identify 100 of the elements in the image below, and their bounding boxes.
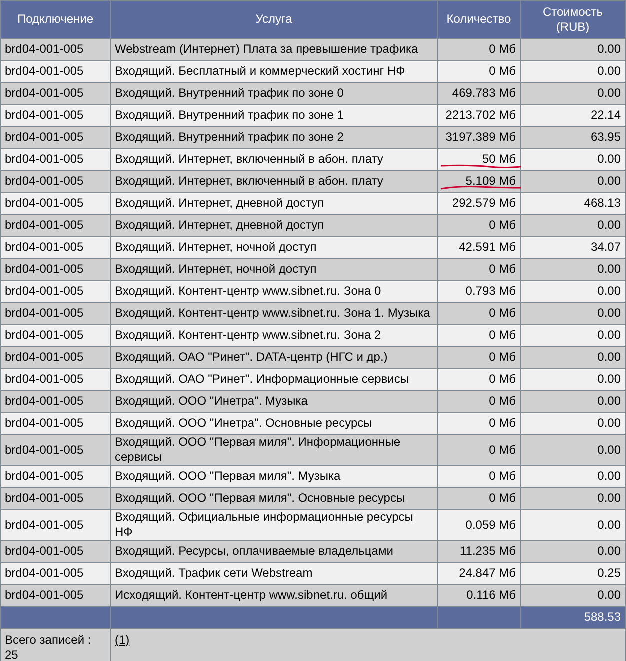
table-cell: brd04-001-005 [0, 466, 110, 488]
table-cell: Входящий. Официальные информационные ресурсы НФ [110, 510, 438, 540]
table-cell: brd04-001-005 [0, 258, 110, 280]
table-cell: brd04-001-005 [0, 214, 110, 236]
table-cell: 0.00 [520, 38, 626, 60]
table-cell: brd04-001-005 [0, 126, 110, 148]
table-cell: Webstream (Интернет) Плата за превышение трафика [110, 38, 438, 60]
table-cell: brd04-001-005 [0, 60, 110, 82]
table-cell: 0.00 [520, 82, 626, 104]
table-cell: brd04-001-005 [0, 236, 110, 258]
table-cell: brd04-001-005 [0, 38, 110, 60]
table-cell: brd04-001-005 [0, 192, 110, 214]
table-cell: Входящий. Контент-центр www.sibnet.ru. Зона 0 [110, 280, 438, 302]
table-cell: Входящий. ООО "Первая миля". Музыка [110, 466, 438, 488]
table-cell: 0.00 [520, 346, 626, 368]
table-cell: brd04-001-005 [0, 324, 110, 346]
table-cell: 468.13 [520, 192, 626, 214]
table-cell: Входящий. Бесплатный и коммерческий хостинг НФ [110, 60, 438, 82]
table-cell: 0 Мб [438, 60, 520, 82]
table-cell: Входящий. Контент-центр www.sibnet.ru. Зона 2 [110, 324, 438, 346]
table-cell: Входящий. Интернет, ночной доступ [110, 258, 438, 280]
table-cell: brd04-001-005 [0, 368, 110, 390]
table-cell: 0.793 Мб [438, 280, 520, 302]
table-cell: Входящий. Интернет, включенный в абон. плату [110, 170, 438, 192]
table-cell: 0.00 [520, 214, 626, 236]
table-cell: 0 Мб [438, 258, 520, 280]
table-cell: brd04-001-005 [0, 584, 110, 606]
table-cell: 0.00 [520, 170, 626, 192]
table-cell: Входящий. ООО "Первая миля". Основные ресурсы [110, 488, 438, 510]
table-cell: Исходящий. Контент-центр www.sibnet.ru. общий [110, 584, 438, 606]
table-cell: brd04-001-005 [0, 540, 110, 562]
table-cell: 0 Мб [438, 368, 520, 390]
table-cell: 0.116 Мб [438, 584, 520, 606]
table-cell: brd04-001-005 [0, 302, 110, 324]
table-cell: 2213.702 Мб [438, 104, 520, 126]
table-cell: Входящий. Интернет, ночной доступ [110, 236, 438, 258]
table-cell: Входящий. Интернет, дневной доступ [110, 192, 438, 214]
table-cell: 0.00 [520, 148, 626, 170]
table-cell: 0.00 [520, 412, 626, 434]
table-cell: brd04-001-005 [0, 148, 110, 170]
table-cell: brd04-001-005 [0, 488, 110, 510]
table-cell: 63.95 [520, 126, 626, 148]
table-cell: 0.00 [520, 302, 626, 324]
page-link[interactable]: (1) [115, 633, 130, 647]
table-cell: 0 Мб [438, 214, 520, 236]
table-cell: 0.25 [520, 562, 626, 584]
table-cell: 3197.389 Мб [438, 126, 520, 148]
table-cell: brd04-001-005 [0, 82, 110, 104]
table-cell: 0 Мб [438, 346, 520, 368]
table-cell: 5.109 Мб [438, 170, 520, 192]
table-cell: Входящий. Ресурсы, оплачиваемые владельцами [110, 540, 438, 562]
table-cell: 24.847 Мб [438, 562, 520, 584]
table-cell: brd04-001-005 [0, 562, 110, 584]
table-cell: brd04-001-005 [0, 170, 110, 192]
table-cell: brd04-001-005 [0, 104, 110, 126]
table-cell: 0 Мб [438, 390, 520, 412]
table-cell: 11.235 Мб [438, 540, 520, 562]
table-cell: 42.591 Мб [438, 236, 520, 258]
table-cell: 0.059 Мб [438, 510, 520, 540]
table-cell: 0.00 [520, 434, 626, 466]
table-cell: 22.14 [520, 104, 626, 126]
table-cell: 0.00 [520, 390, 626, 412]
table-cell: Входящий. Внутренний трафик по зоне 1 [110, 104, 438, 126]
table-cell: Входящий. Внутренний трафик по зоне 0 [110, 82, 438, 104]
table-cell: brd04-001-005 [0, 390, 110, 412]
table-cell: 0.00 [520, 60, 626, 82]
table-cell: Входящий. Интернет, включенный в абон. плату [110, 148, 438, 170]
table-cell: 0 Мб [438, 488, 520, 510]
table-cell: Входящий. ООО "Первая миля". Информационные сервисы [110, 434, 438, 466]
table-cell: brd04-001-005 [0, 346, 110, 368]
table-cell: Входящий. ОАО "Ринет". Информационные сервисы [110, 368, 438, 390]
table-cell: Входящий. Трафик сети Webstream [110, 562, 438, 584]
table-cell: 0 Мб [438, 38, 520, 60]
table-cell: 469.783 Мб [438, 82, 520, 104]
table-cell: 50 Мб [438, 148, 520, 170]
table-cell: Входящий. Контент-центр www.sibnet.ru. Зона 1. Музыка [110, 302, 438, 324]
column-header: Подключение [0, 0, 110, 38]
table-cell: 0.00 [520, 540, 626, 562]
table-cell: 0.00 [520, 584, 626, 606]
table-cell: 0 Мб [438, 324, 520, 346]
table-cell: 0 Мб [438, 302, 520, 324]
table-cell: brd04-001-005 [0, 510, 110, 540]
table-cell: 0.00 [520, 466, 626, 488]
table-cell: brd04-001-005 [0, 434, 110, 466]
column-header: Количество [438, 0, 520, 38]
table-cell: 0 Мб [438, 434, 520, 466]
record-count: Всего записей : 25 [0, 628, 110, 661]
table-cell: 0.00 [520, 368, 626, 390]
table-cell: 0.00 [520, 510, 626, 540]
column-header: Стоимость (RUB) [520, 0, 626, 38]
table-cell: brd04-001-005 [0, 280, 110, 302]
table-cell: 0.00 [520, 488, 626, 510]
column-header: Услуга [110, 0, 438, 38]
table-cell: brd04-001-005 [0, 412, 110, 434]
table-cell: 0.00 [520, 280, 626, 302]
table-cell: 292.579 Мб [438, 192, 520, 214]
table-cell: Входящий. ООО "Инетра". Музыка [110, 390, 438, 412]
table-cell: 0.00 [520, 258, 626, 280]
table-cell: 34.07 [520, 236, 626, 258]
table-cell: 0.00 [520, 324, 626, 346]
